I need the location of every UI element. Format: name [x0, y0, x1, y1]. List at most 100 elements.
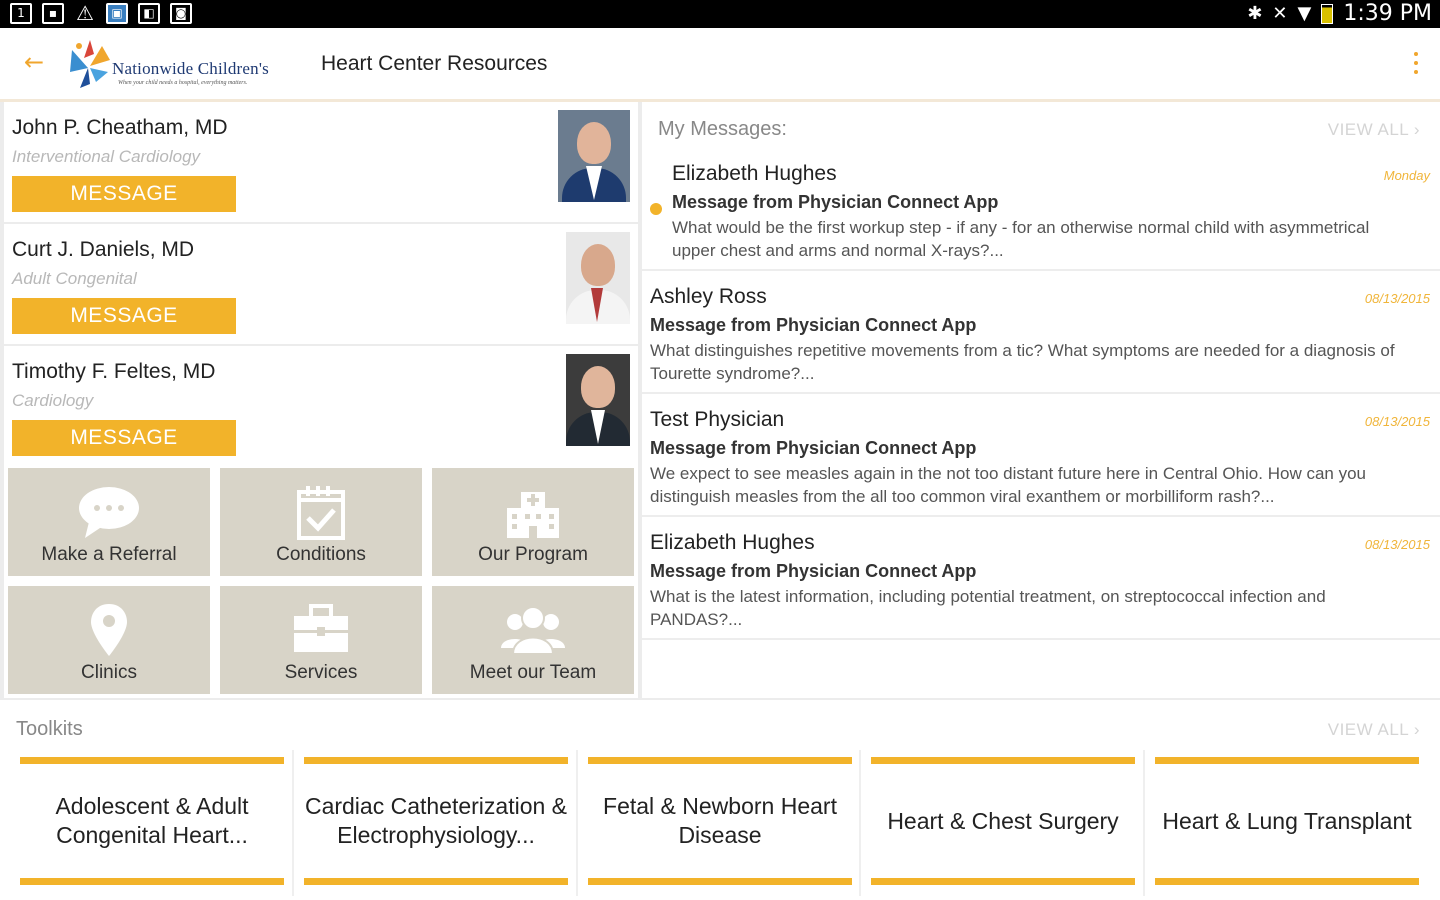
physician-name: John P. Cheatham, MD [12, 116, 228, 139]
messages-heading: My Messages: [658, 118, 787, 140]
conditions-tile[interactable]: Conditions [220, 468, 422, 576]
physician-card: Curt J. Daniels, MD Adult Congenital MES… [4, 224, 638, 344]
toolkit-label: Heart & Chest Surgery [887, 807, 1119, 834]
battery-icon [1321, 3, 1334, 24]
toolkits-section: Toolkits VIEW ALL › Adolescent & Adult C… [0, 698, 1440, 900]
divider [292, 750, 294, 896]
logo-wordmark: Nationwide Children's [112, 59, 269, 78]
toolkit-label: Heart & Lung Transplant [1162, 807, 1412, 834]
message-button[interactable]: MESSAGE [12, 420, 236, 456]
app-icon: 1 [10, 3, 32, 24]
toolkit-card[interactable]: Heart & Lung Transplant [1155, 757, 1419, 885]
our-program-tile[interactable]: Our Program [432, 468, 634, 576]
divider [576, 750, 578, 896]
main-content: John P. Cheatham, MD Interventional Card… [0, 102, 1440, 698]
message-button[interactable]: MESSAGE [12, 298, 236, 334]
toolkit-card[interactable]: Fetal & Newborn Heart Disease [588, 757, 852, 885]
physician-name: Timothy F. Feltes, MD [12, 360, 216, 383]
meet-our-team-tile[interactable]: Meet our Team [432, 586, 634, 694]
overflow-menu-icon[interactable] [1414, 52, 1420, 74]
camera-icon: ◙ [170, 3, 192, 24]
physician-photo [566, 232, 630, 324]
calendar-check-icon [220, 484, 422, 540]
message-preview: What distinguishes repetitive movements … [650, 341, 1395, 383]
message-subject: Message from Physician Connect App [672, 192, 999, 212]
tile-label: Services [284, 662, 358, 683]
toolkits-heading: Toolkits [16, 718, 83, 740]
message-item[interactable]: Elizabeth Hughes Monday Message from Phy… [642, 150, 1440, 271]
message-subject: Message from Physician Connect App [650, 561, 977, 581]
toolkit-label: Cardiac Catheterization & Electrophysiol… [304, 793, 568, 848]
briefcase-icon [220, 602, 422, 658]
message-date: 08/13/2015 [1364, 537, 1430, 552]
logo-tagline: When your child needs a hospital, everyt… [118, 80, 248, 86]
system-icons: ✱ ✕ ▼ 1:39 PM [1247, 1, 1432, 26]
message-button[interactable]: MESSAGE [12, 176, 236, 212]
toolkit-card[interactable]: Heart & Chest Surgery [871, 757, 1135, 885]
physician-card: John P. Cheatham, MD Interventional Card… [4, 102, 638, 222]
notification-icons: 1 ▪ ⚠ ▣ ◧ ◙ [10, 3, 192, 24]
message-subject: Message from Physician Connect App [650, 438, 977, 458]
message-sender: Test Physician [650, 408, 785, 431]
warning-icon: ⚠ [76, 1, 94, 25]
toolkit-label: Fetal & Newborn Heart Disease [603, 793, 837, 848]
physician-name: Curt J. Daniels, MD [12, 238, 195, 261]
status-bar: 1 ▪ ⚠ ▣ ◧ ◙ ✱ ✕ ▼ 1:39 PM [0, 0, 1440, 28]
message-date: 08/13/2015 [1364, 414, 1430, 429]
physician-specialty: Cardiology [12, 391, 94, 410]
back-arrow-icon[interactable]: ← [24, 48, 44, 76]
physician-photo [558, 110, 630, 202]
navigation-tiles: Make a Referral Conditions Our Program C… [4, 464, 638, 698]
divider [859, 750, 861, 896]
message-preview: What would be the first workup step - if… [672, 218, 1370, 260]
page-title: Heart Center Resources [321, 52, 548, 75]
messages-panel: My Messages: VIEW ALL › Elizabeth Hughes… [642, 102, 1440, 698]
tile-label: Make a Referral [41, 544, 177, 565]
hospital-icon [432, 484, 634, 540]
toolkits-view-all-link[interactable]: VIEW ALL › [1328, 720, 1420, 740]
message-sender: Ashley Ross [650, 285, 767, 308]
message-subject: Message from Physician Connect App [650, 315, 977, 335]
message-sender: Elizabeth Hughes [650, 531, 815, 554]
view-all-label: VIEW ALL [1327, 720, 1409, 739]
view-all-label: VIEW ALL [1327, 120, 1409, 139]
team-icon [432, 602, 634, 658]
messages-view-all-link[interactable]: VIEW ALL › [1328, 120, 1420, 140]
chat-bubble-icon [8, 484, 210, 540]
tile-label: Clinics [81, 662, 137, 683]
physician-specialty: Interventional Cardiology [12, 147, 201, 166]
clinics-tile[interactable]: Clinics [8, 586, 210, 694]
map-pin-icon [8, 602, 210, 658]
message-item[interactable]: Ashley Ross 08/13/2015 Message from Phys… [642, 271, 1440, 394]
unread-indicator [650, 203, 662, 215]
message-item[interactable]: Elizabeth Hughes 08/13/2015 Message from… [642, 517, 1440, 640]
wifi-icon: ▼ [1297, 3, 1312, 24]
divider [1143, 750, 1145, 896]
message-preview: What is the latest information, includin… [650, 587, 1326, 629]
physician-specialty: Adult Congenital [12, 269, 137, 288]
message-preview: We expect to see measles again in the no… [650, 464, 1366, 506]
bluetooth-icon: ✱ [1247, 3, 1263, 24]
toolkit-card[interactable]: Adolescent & Adult Congenital Heart... [20, 757, 284, 885]
tile-label: Our Program [478, 544, 588, 565]
message-sender: Elizabeth Hughes [672, 162, 837, 185]
tile-label: Meet our Team [469, 662, 597, 683]
physician-card: Timothy F. Feltes, MD Cardiology MESSAGE [4, 346, 638, 466]
physician-photo [566, 354, 630, 446]
image-icon: ▪ [42, 3, 64, 24]
store-icon: ◧ [138, 3, 160, 24]
screen-icon: ▣ [106, 3, 128, 24]
tile-label: Conditions [276, 544, 366, 565]
nationwide-childrens-logo: Nationwide Children's When your child ne… [66, 36, 310, 94]
make-referral-tile[interactable]: Make a Referral [8, 468, 210, 576]
mute-icon: ✕ [1272, 3, 1288, 24]
message-date: Monday [1383, 168, 1430, 183]
services-tile[interactable]: Services [220, 586, 422, 694]
butterfly-logo-icon [70, 40, 110, 88]
physician-list: John P. Cheatham, MD Interventional Card… [4, 102, 638, 468]
message-date: 08/13/2015 [1364, 291, 1430, 306]
message-item[interactable]: Test Physician 08/13/2015 Message from P… [642, 394, 1440, 517]
app-bar: ← Nationwide Children's When your child … [0, 28, 1440, 102]
toolkit-card[interactable]: Cardiac Catheterization & Electrophysiol… [304, 757, 568, 885]
clock: 1:39 PM [1343, 1, 1432, 26]
